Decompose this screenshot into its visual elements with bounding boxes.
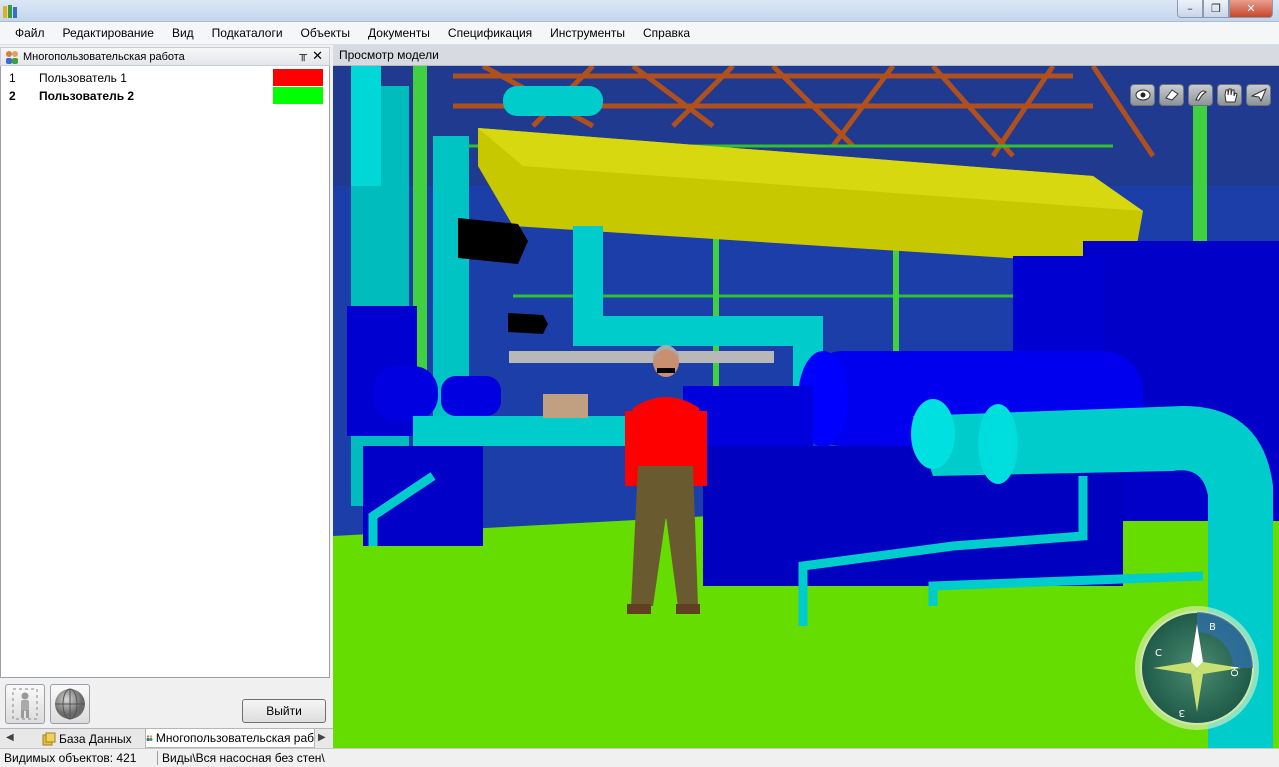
tab-scroll-left-icon[interactable]: ◀ — [6, 732, 14, 743]
users-icon — [6, 50, 18, 64]
globe-tool-button[interactable] — [50, 684, 90, 724]
current-view-path: Виды\Вся насосная без стен\ — [162, 751, 325, 765]
menu-file[interactable]: Файл — [6, 22, 54, 45]
hand-icon[interactable] — [1217, 84, 1242, 106]
tab-database-label: База Данных — [59, 731, 132, 746]
compass-south-label: З — [1179, 707, 1185, 718]
user-name: Пользователь 1 — [39, 71, 127, 85]
status-divider — [157, 751, 158, 765]
user-color-swatch — [273, 87, 323, 104]
list-item[interactable]: 2 Пользователь 2 — [1, 86, 329, 104]
fly-icon[interactable] — [1159, 84, 1184, 106]
title-bar: – ❐ ✕ — [0, 0, 1279, 22]
status-bar: Видимых объектов: 421 Виды\Вся насосная … — [0, 748, 1279, 767]
users-icon — [146, 735, 153, 741]
app-icon — [3, 5, 17, 18]
tab-scroll-right-icon[interactable]: ▶ — [318, 732, 326, 743]
menu-subcatalogs[interactable]: Подкаталоги — [203, 22, 292, 45]
plane-icon[interactable] — [1246, 84, 1271, 106]
menu-edit[interactable]: Редактирование — [54, 22, 163, 45]
visible-objects-count: Видимых объектов: 421 — [4, 751, 137, 765]
panel-tabs: ◀ База Данных Многопользовательская раб … — [0, 728, 333, 748]
menu-objects[interactable]: Объекты — [292, 22, 360, 45]
pin-icon[interactable]: ╥ — [299, 49, 307, 61]
compass-east-label: Ю — [1228, 666, 1239, 677]
globe-tool-icon — [55, 688, 85, 720]
eye-icon[interactable] — [1130, 84, 1155, 106]
list-item[interactable]: 1 Пользователь 1 — [1, 68, 329, 86]
model-viewport[interactable]: В Ю З С — [333, 66, 1279, 748]
multiuser-panel: Многопользовательская работа ╥ ✕ 1 Польз… — [0, 45, 333, 748]
user-number: 2 — [9, 89, 16, 103]
panel-header: Многопользовательская работа ╥ ✕ — [0, 47, 330, 66]
compass-icon[interactable]: В Ю З С — [1133, 604, 1261, 732]
user-name: Пользователь 2 — [39, 89, 135, 103]
menu-bar: Файл Редактирование Вид Подкаталоги Объе… — [0, 22, 1279, 45]
user-color-swatch — [273, 69, 323, 86]
navigation-toolbar — [1130, 84, 1271, 106]
compass-north-label: В — [1209, 622, 1216, 633]
menu-tools[interactable]: Инструменты — [541, 22, 634, 45]
database-icon — [42, 732, 56, 745]
tab-multiuser[interactable]: Многопользовательская раб — [145, 729, 315, 748]
restore-button[interactable]: ❐ — [1203, 0, 1229, 18]
exit-button[interactable]: Выйти — [242, 699, 326, 723]
tab-database[interactable]: База Данных — [42, 729, 142, 748]
user-number: 1 — [9, 71, 16, 85]
menu-documents[interactable]: Документы — [359, 22, 439, 45]
walk-icon[interactable] — [1188, 84, 1213, 106]
compass-west-label: С — [1155, 648, 1162, 659]
window-controls: – ❐ ✕ — [1177, 0, 1273, 19]
person-tool-button[interactable] — [5, 684, 45, 724]
viewport-header: Просмотр модели — [333, 45, 1279, 66]
menu-view[interactable]: Вид — [163, 22, 203, 45]
panel-title: Многопользовательская работа — [23, 50, 185, 63]
tab-multiuser-label: Многопользовательская раб — [155, 731, 314, 745]
menu-specification[interactable]: Спецификация — [439, 22, 541, 45]
user-list: 1 Пользователь 1 2 Пользователь 2 — [0, 66, 330, 678]
person-tool-icon — [12, 688, 38, 720]
minimize-button[interactable]: – — [1177, 0, 1203, 18]
menu-help[interactable]: Справка — [634, 22, 699, 45]
panel-close-icon[interactable]: ✕ — [312, 48, 323, 64]
close-button[interactable]: ✕ — [1229, 0, 1273, 18]
